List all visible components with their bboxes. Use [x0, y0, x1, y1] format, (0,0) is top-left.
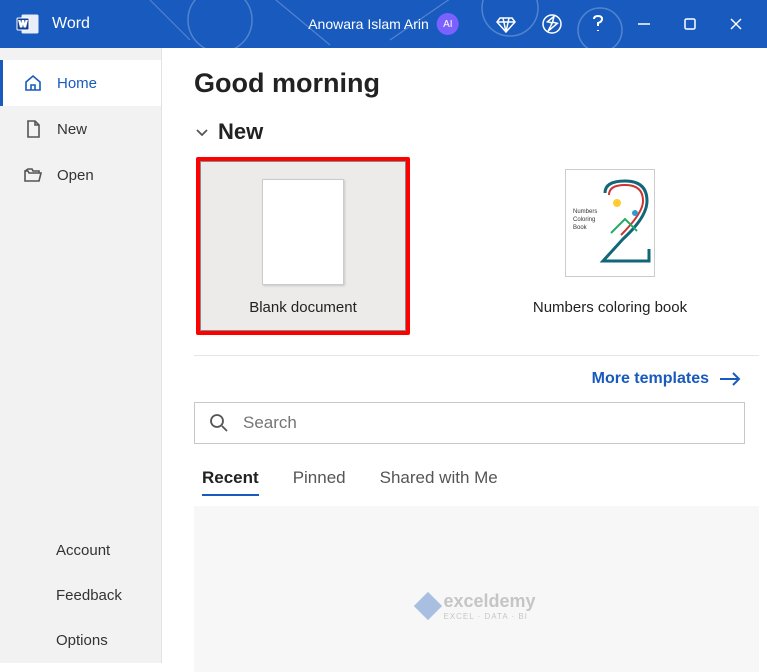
- user-name[interactable]: Anowara Islam Arin: [308, 16, 429, 32]
- tab-pinned[interactable]: Pinned: [293, 468, 346, 496]
- blank-page-thumbnail: [262, 179, 344, 285]
- template-numbers-coloring[interactable]: NumbersColoringBook Numbers coloring boo…: [520, 157, 700, 316]
- maximize-button[interactable]: [667, 0, 713, 48]
- main-content: Good morning New Blank document NumbersC…: [162, 48, 767, 663]
- nav-open-label: Open: [57, 167, 94, 184]
- template-numbers-label: Numbers coloring book: [520, 299, 700, 316]
- nav-home[interactable]: Home: [0, 60, 161, 106]
- greeting-title: Good morning: [194, 68, 759, 99]
- close-button[interactable]: [713, 0, 759, 48]
- tab-shared[interactable]: Shared with Me: [380, 468, 498, 496]
- numbers-coloring-thumbnail: NumbersColoringBook: [565, 169, 655, 277]
- watermark: exceldemy EXCEL · DATA · BI: [417, 591, 535, 621]
- search-input[interactable]: [243, 413, 730, 433]
- nav-open[interactable]: Open: [0, 152, 161, 198]
- nav-home-label: Home: [57, 75, 97, 92]
- nav-new[interactable]: New: [0, 106, 161, 152]
- app-name: Word: [52, 15, 90, 33]
- search-icon: [209, 413, 229, 433]
- search-box[interactable]: [194, 402, 745, 444]
- title-bar: W Word Anowara Islam Arin AI: [0, 0, 767, 48]
- watermark-subtext: EXCEL · DATA · BI: [443, 612, 535, 621]
- user-avatar[interactable]: AI: [437, 13, 459, 35]
- file-tabs: Recent Pinned Shared with Me: [194, 444, 759, 506]
- recent-files-pane: exceldemy EXCEL · DATA · BI: [194, 506, 759, 672]
- arrow-right-icon: [719, 372, 741, 386]
- nav-new-label: New: [57, 121, 87, 138]
- svg-text:W: W: [19, 19, 28, 29]
- word-app-icon: W: [14, 12, 42, 36]
- more-templates-label: More templates: [592, 370, 709, 388]
- nav-account[interactable]: Account: [0, 528, 161, 573]
- chevron-down-icon: [194, 124, 210, 140]
- nav-feedback[interactable]: Feedback: [0, 573, 161, 618]
- template-blank-label: Blank document: [249, 299, 357, 316]
- new-section-title: New: [218, 119, 263, 145]
- more-templates-link[interactable]: More templates: [194, 355, 759, 402]
- template-blank-document[interactable]: Blank document: [196, 157, 410, 335]
- sidebar: Home New Open Account Feedback Options: [0, 48, 162, 663]
- tab-recent[interactable]: Recent: [202, 468, 259, 496]
- nav-options[interactable]: Options: [0, 618, 161, 663]
- new-section-header[interactable]: New: [194, 119, 759, 145]
- thumb-text-1: NumbersColoringBook: [573, 209, 597, 231]
- watermark-text: exceldemy: [443, 591, 535, 612]
- watermark-logo-icon: [413, 591, 441, 619]
